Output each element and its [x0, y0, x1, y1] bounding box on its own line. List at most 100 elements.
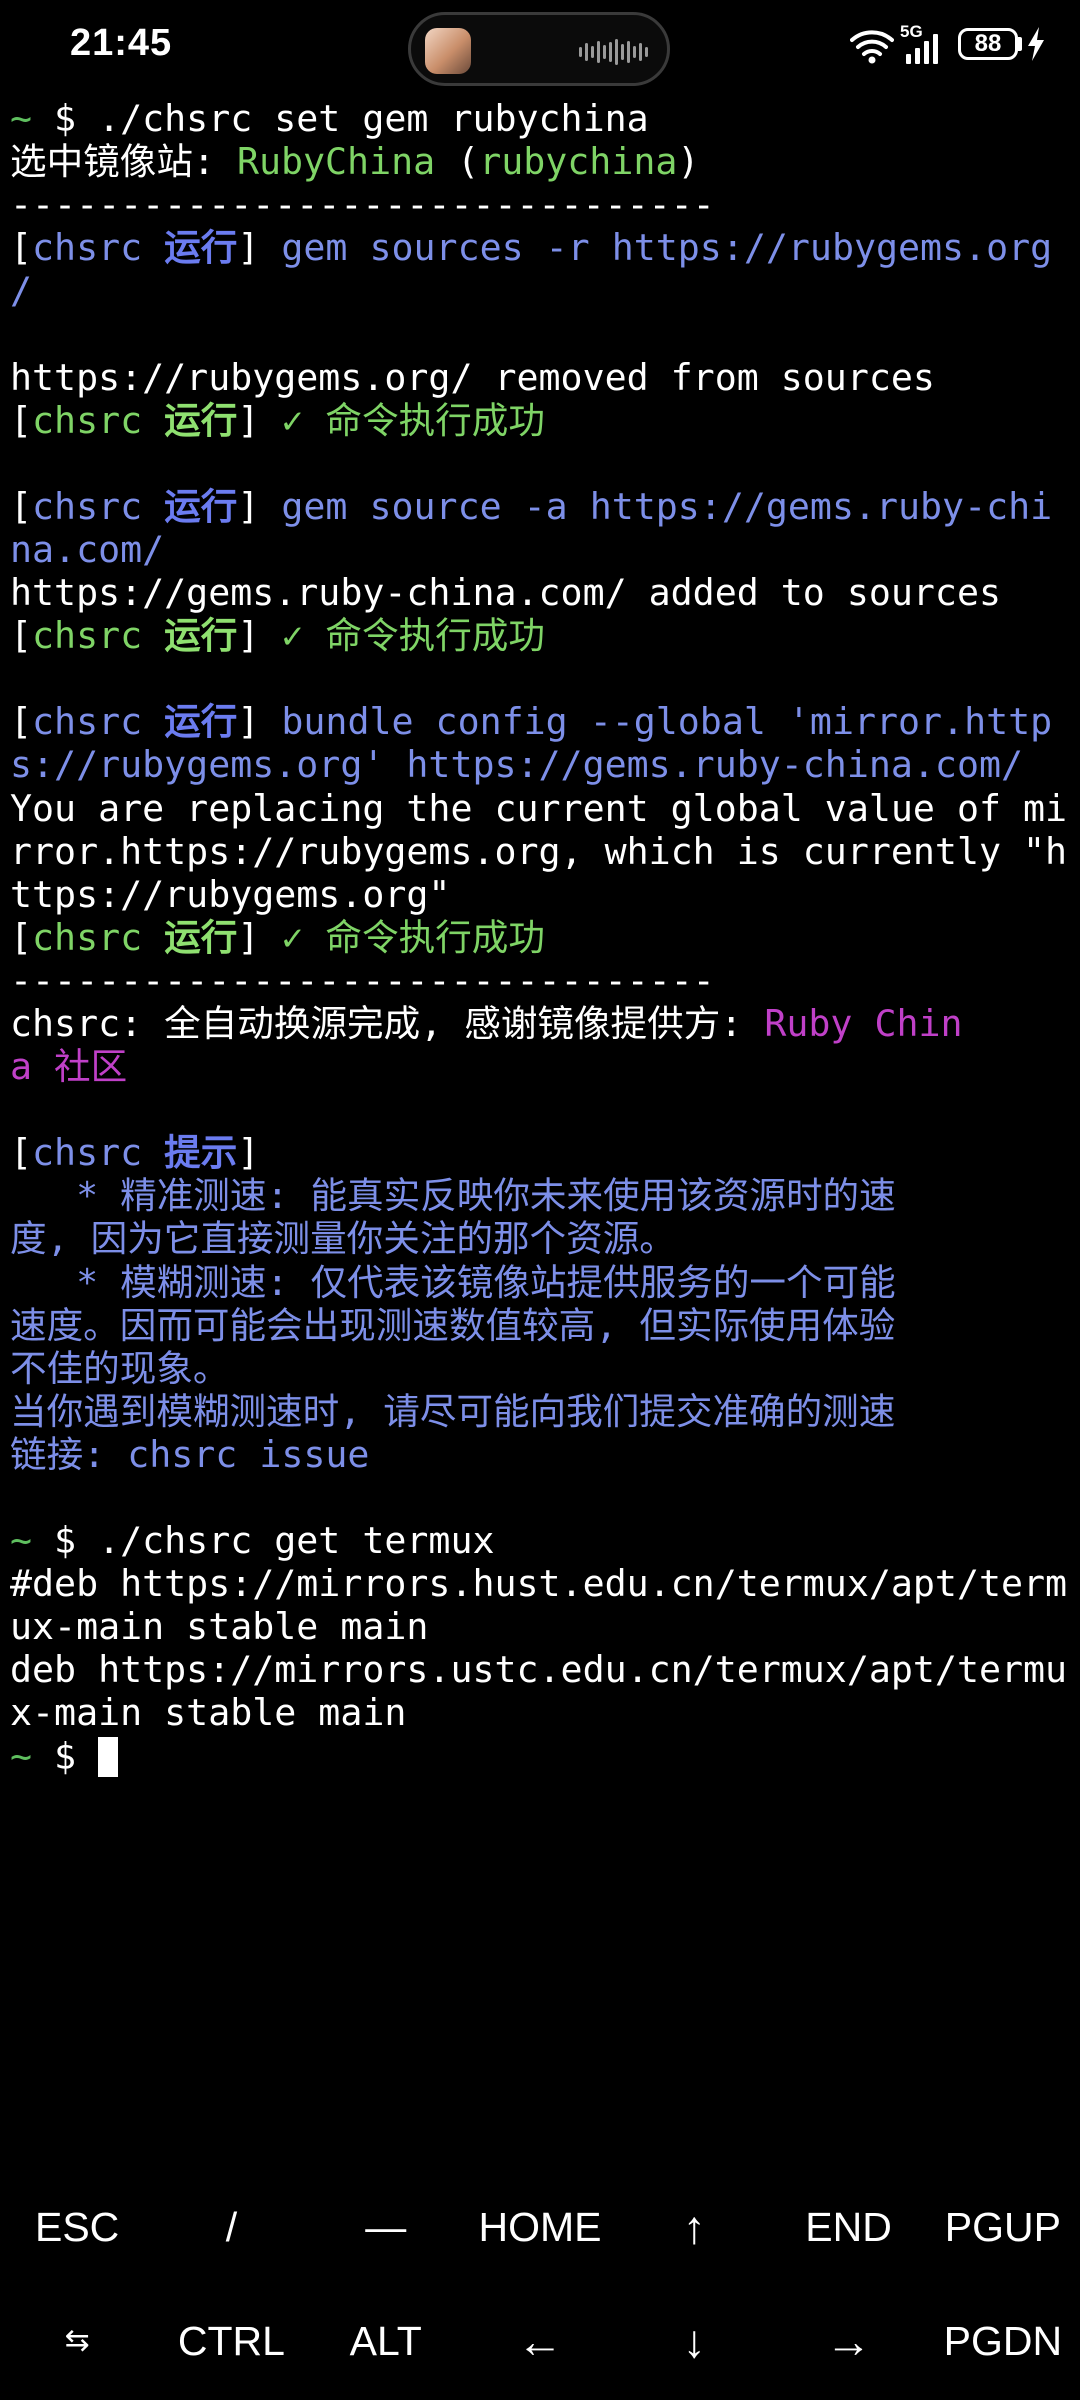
terminal-line: chsrc: 全自动换源完成, 感谢镜像提供方: Ruby Chin — [10, 1002, 1072, 1045]
terminal-text-segment: rubychina — [479, 140, 678, 184]
terminal-text-segment: ( — [435, 140, 480, 184]
dash-key[interactable]: — — [309, 2172, 463, 2282]
terminal-text-segment: / — [10, 269, 33, 313]
terminal-output[interactable]: ~ $ ./chsrc set gem rubychina 选中镜像站: Ruby… — [10, 97, 1072, 2177]
terminal-text-segment: deb https://mirrors.ustc.edu.cn/termux/a… — [10, 1648, 1068, 1692]
extra-keys-bar: ESC / — HOME ↑ END PGUP ⇆ CTRL ALT ← ↓ → PGDN — [0, 2172, 1080, 2400]
terminal-text-segment: [ — [10, 398, 33, 442]
terminal-line: a 社区 — [10, 1045, 1072, 1088]
tab-key[interactable]: ⇆ — [0, 2286, 154, 2396]
terminal-line: ttps://rubygems.org" — [10, 873, 1072, 916]
terminal-text-segment: rror.https://rubygems.org, which is curr… — [10, 829, 1068, 873]
wifi-icon — [850, 30, 894, 64]
terminal-line: ~ $ ./chsrc set gem rubychina — [10, 97, 1072, 140]
terminal-line: * 精准测速: 能真实反映你未来使用该资源时的速 — [10, 1174, 1072, 1217]
terminal-text-segment: ] — [237, 700, 282, 744]
terminal-line: [chsrc 运行] ✓ 命令执行成功 — [10, 916, 1072, 959]
terminal-line: ux-main stable main — [10, 1605, 1072, 1648]
terminal-text-segment: 不佳的现象。 — [10, 1346, 230, 1390]
terminal-text-segment: chsrc — [32, 915, 165, 959]
terminal-line: You are replacing the current global val… — [10, 787, 1072, 830]
terminal-line: -------------------------------- — [10, 183, 1072, 226]
terminal-line: 链接: chsrc issue — [10, 1433, 1072, 1476]
down-arrow-key[interactable]: ↓ — [617, 2286, 771, 2396]
terminal-line: #deb https://mirrors.hust.edu.cn/termux/… — [10, 1562, 1072, 1605]
terminal-text-segment: 运行 — [164, 398, 238, 442]
terminal-line: [chsrc 提示] — [10, 1131, 1072, 1174]
terminal-line: deb https://mirrors.ustc.edu.cn/termux/a… — [10, 1648, 1072, 1691]
terminal-line: https://gems.ruby-china.com/ added to so… — [10, 571, 1072, 614]
terminal-line: -------------------------------- — [10, 959, 1072, 1002]
terminal-text-segment: chsrc — [32, 226, 165, 270]
terminal-text-segment: x-main stable main — [10, 1691, 407, 1735]
terminal-text-segment: 度, 因为它直接测量你关注的那个资源。 — [10, 1217, 676, 1261]
terminal-text-segment: chsrc — [32, 1131, 165, 1175]
left-arrow-key[interactable]: ← — [463, 2286, 617, 2396]
home-key[interactable]: HOME — [463, 2172, 617, 2282]
terminal-text-segment: [ — [10, 1131, 33, 1175]
slash-key[interactable]: / — [154, 2172, 308, 2282]
terminal-line: s://rubygems.org' https://gems.ruby-chin… — [10, 743, 1072, 786]
terminal-line: [chsrc 运行] gem sources -r https://rubyge… — [10, 226, 1072, 269]
terminal-text-segment: ✓ 命令执行成功 — [281, 915, 545, 959]
terminal-text-segment: 运行 — [164, 484, 238, 528]
esc-key[interactable]: ESC — [0, 2172, 154, 2282]
terminal-text-segment: $ ./chsrc set gem rubychina — [54, 97, 649, 140]
battery-tip — [1018, 37, 1022, 51]
terminal-text-segment: ] — [237, 484, 282, 528]
status-icons: 5G 88 — [850, 22, 1050, 78]
terminal-text-segment: gem sources -r https://rubygems.org — [281, 226, 1053, 270]
media-avatar-icon — [425, 28, 471, 74]
terminal-line: 当你遇到模糊测速时, 请尽可能向我们提交准确的测速 — [10, 1390, 1072, 1433]
terminal-line: / — [10, 269, 1072, 312]
extra-keys-row-1: ESC / — HOME ↑ END PGUP — [0, 2172, 1080, 2282]
terminal-text-segment: ~ — [10, 97, 55, 140]
up-arrow-key[interactable]: ↑ — [617, 2172, 771, 2282]
extra-keys-row-2: ⇆ CTRL ALT ← ↓ → PGDN — [0, 2286, 1080, 2396]
terminal-text-segment: RubyChina — [236, 140, 436, 184]
terminal-text-segment: gem source -a https://gems.ruby-chi — [281, 484, 1053, 528]
signal-icon — [906, 34, 938, 64]
terminal-line: [chsrc 运行] ✓ 命令执行成功 — [10, 614, 1072, 657]
terminal-text-segment: ✓ 命令执行成功 — [281, 614, 545, 658]
terminal-text-segment: ux-main stable main — [10, 1605, 429, 1649]
terminal-line: https://rubygems.org/ removed from sourc… — [10, 356, 1072, 399]
terminal-text-segment: ] — [237, 614, 282, 658]
terminal-text-segment: ~ — [10, 1734, 55, 1778]
pgdn-key[interactable]: PGDN — [926, 2286, 1080, 2396]
terminal-text-segment: ] — [237, 226, 282, 270]
terminal-line: [chsrc 运行] bundle config --global 'mirro… — [10, 700, 1072, 743]
terminal-text-segment: chsrc — [32, 398, 165, 442]
alt-key[interactable]: ALT — [309, 2286, 463, 2396]
terminal-line: 选中镜像站: RubyChina (rubychina) — [10, 140, 1072, 183]
terminal-text-segment: 当你遇到模糊测速时, 请尽可能向我们提交准确的测速 — [10, 1389, 896, 1433]
pgup-key[interactable]: PGUP — [926, 2172, 1080, 2282]
terminal-line: x-main stable main — [10, 1691, 1072, 1734]
ctrl-key[interactable]: CTRL — [154, 2286, 308, 2396]
terminal-text-segment: [ — [10, 700, 33, 744]
terminal-text-segment: ttps://rubygems.org" — [10, 872, 451, 916]
terminal-line: [chsrc 运行] gem source -a https://gems.ru… — [10, 485, 1072, 528]
terminal-text-segment: bundle config --global 'mirror.http — [281, 700, 1053, 744]
terminal-text-segment: * 精准测速: 能真实反映你未来使用该资源时的速 — [10, 1174, 896, 1218]
right-arrow-key[interactable]: → — [771, 2286, 925, 2396]
dynamic-island[interactable] — [408, 12, 670, 86]
terminal-text-segment: ] — [237, 398, 282, 442]
terminal-line: [chsrc 运行] ✓ 命令执行成功 — [10, 399, 1072, 442]
terminal-text-segment: * 模糊测速: 仅代表该镜像站提供服务的一个可能 — [10, 1260, 896, 1304]
terminal-text-segment: 提示 — [164, 1131, 238, 1175]
end-key[interactable]: END — [771, 2172, 925, 2282]
terminal-text-segment: https://rubygems.org/ removed from sourc… — [10, 355, 935, 399]
terminal-line: 度, 因为它直接测量你关注的那个资源。 — [10, 1217, 1072, 1260]
terminal-line: 不佳的现象。 — [10, 1347, 1072, 1390]
terminal-text-segment: a 社区 — [10, 1045, 128, 1089]
terminal-text-segment: chsrc: 全自动换源完成, 感谢镜像提供方: — [10, 1001, 765, 1045]
terminal-line: ~ $ — [10, 1735, 1072, 1778]
terminal-cursor[interactable] — [98, 1736, 119, 1777]
terminal-text-segment: 运行 — [164, 226, 238, 270]
battery-icon: 88 — [958, 28, 1018, 60]
